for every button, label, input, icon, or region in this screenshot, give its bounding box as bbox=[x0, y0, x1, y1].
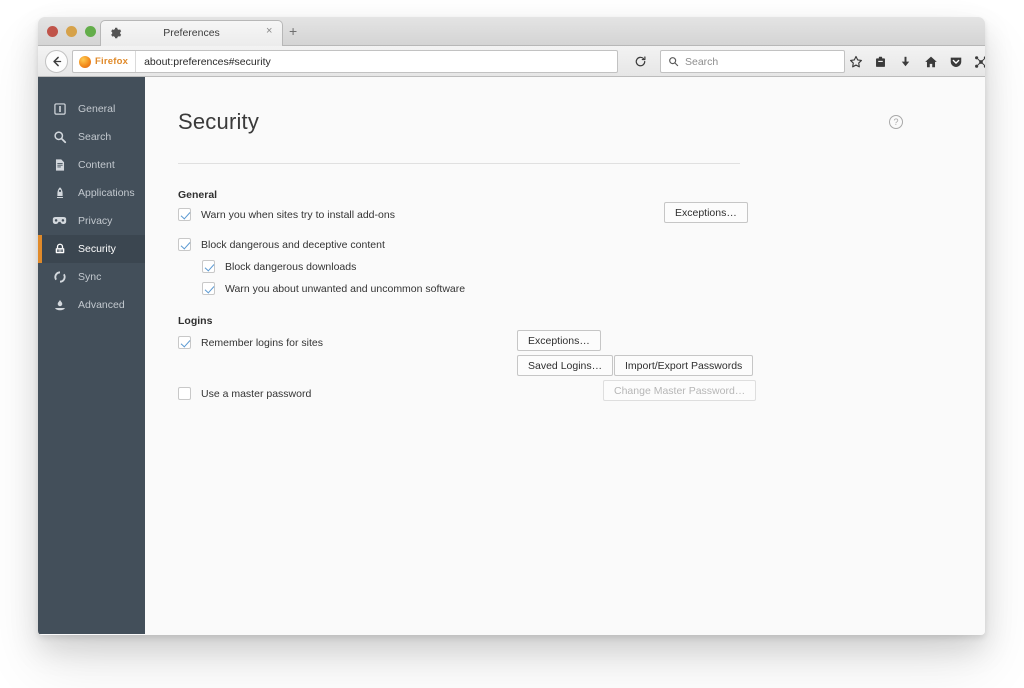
logins-exceptions-button[interactable]: Exceptions… bbox=[517, 330, 601, 351]
downloads-icon[interactable] bbox=[893, 50, 918, 73]
zoom-window-button[interactable] bbox=[85, 26, 96, 37]
close-tab-button[interactable]: × bbox=[266, 26, 272, 37]
browser-content: General Search Content Applications Priv… bbox=[38, 77, 985, 634]
sidebar-item-sync[interactable]: Sync bbox=[38, 263, 145, 291]
warn-addons-row[interactable]: Warn you when sites try to install add-o… bbox=[178, 208, 395, 221]
logins-section-heading: Logins bbox=[178, 315, 213, 327]
preferences-pane: Security ? General Warn you when sites t… bbox=[145, 77, 985, 634]
firefox-logo-icon bbox=[79, 55, 91, 68]
search-icon bbox=[669, 57, 679, 67]
search-placeholder: Search bbox=[685, 55, 719, 68]
identity-box[interactable]: Firefox bbox=[73, 51, 137, 72]
warn-addons-label: Warn you when sites try to install add-o… bbox=[201, 208, 395, 221]
url-text: about:preferences#security bbox=[144, 55, 271, 68]
general-icon bbox=[52, 102, 67, 117]
block-content-label: Block dangerous and deceptive content bbox=[201, 238, 385, 251]
title-divider bbox=[178, 163, 740, 164]
general-section-heading: General bbox=[178, 189, 218, 201]
block-downloads-row[interactable]: Block dangerous downloads bbox=[202, 260, 356, 273]
warn-unwanted-row[interactable]: Warn you about unwanted and uncommon sof… bbox=[202, 282, 465, 295]
close-window-button[interactable] bbox=[47, 26, 58, 37]
master-password-row[interactable]: Use a master password bbox=[178, 387, 311, 400]
sidebar-item-content[interactable]: Content bbox=[38, 151, 145, 179]
warn-addons-checkbox[interactable] bbox=[178, 208, 191, 221]
search-icon bbox=[52, 130, 67, 145]
back-arrow-icon bbox=[53, 56, 62, 67]
tab-strip: Preferences × + bbox=[38, 17, 985, 46]
sidebar-item-label: Applications bbox=[78, 187, 135, 199]
block-downloads-checkbox[interactable] bbox=[202, 260, 215, 273]
new-tab-button[interactable]: + bbox=[289, 24, 297, 38]
remember-logins-label: Remember logins for sites bbox=[201, 336, 323, 349]
sidebar-item-applications[interactable]: Applications bbox=[38, 179, 145, 207]
sidebar-item-label: Security bbox=[78, 243, 116, 255]
sidebar-item-label: General bbox=[78, 103, 116, 115]
sidebar-item-search[interactable]: Search bbox=[38, 123, 145, 151]
library-icon[interactable] bbox=[868, 50, 893, 73]
remember-logins-checkbox[interactable] bbox=[178, 336, 191, 349]
preferences-sidebar: General Search Content Applications Priv… bbox=[38, 77, 145, 634]
browser-window: Preferences × + Firefox about:preference… bbox=[38, 17, 985, 635]
sidebar-item-general[interactable]: General bbox=[38, 95, 145, 123]
general-exceptions-button[interactable]: Exceptions… bbox=[664, 202, 748, 223]
toolbar-icons bbox=[843, 50, 985, 73]
applications-icon bbox=[52, 186, 67, 201]
sidebar-item-label: Advanced bbox=[78, 299, 125, 311]
master-password-checkbox[interactable] bbox=[178, 387, 191, 400]
sidebar-item-privacy[interactable]: Privacy bbox=[38, 207, 145, 235]
saved-logins-button[interactable]: Saved Logins… bbox=[517, 355, 614, 376]
window-controls bbox=[47, 26, 96, 37]
address-bar[interactable]: Firefox about:preferences#security bbox=[72, 50, 618, 73]
back-button[interactable] bbox=[45, 50, 68, 73]
content-icon bbox=[52, 158, 67, 173]
reload-icon bbox=[635, 56, 645, 67]
sidebar-item-label: Sync bbox=[78, 271, 102, 283]
page-title: Security bbox=[178, 109, 260, 134]
import-export-passwords-button[interactable]: Import/Export Passwords bbox=[614, 355, 754, 376]
sidebar-item-label: Search bbox=[78, 131, 112, 143]
sidebar-item-label: Content bbox=[78, 159, 115, 171]
warn-unwanted-checkbox[interactable] bbox=[202, 282, 215, 295]
search-bar[interactable]: Search bbox=[660, 50, 845, 73]
block-downloads-label: Block dangerous downloads bbox=[225, 260, 357, 273]
remember-logins-row[interactable]: Remember logins for sites bbox=[178, 336, 323, 349]
identity-label: Firefox bbox=[95, 56, 129, 67]
minimize-window-button[interactable] bbox=[66, 26, 77, 37]
help-question-icon[interactable]: ? bbox=[889, 115, 903, 129]
sidebar-item-advanced[interactable]: Advanced bbox=[38, 291, 145, 319]
sync-icon bbox=[52, 270, 67, 285]
lock-icon bbox=[52, 242, 67, 257]
advanced-icon bbox=[52, 298, 67, 313]
block-content-row[interactable]: Block dangerous and deceptive content bbox=[178, 238, 385, 251]
privacy-mask-icon bbox=[52, 214, 67, 229]
bookmark-star-icon[interactable] bbox=[843, 50, 868, 73]
block-content-checkbox[interactable] bbox=[178, 238, 191, 251]
pocket-icon[interactable] bbox=[943, 50, 968, 73]
reload-button[interactable] bbox=[628, 50, 652, 73]
home-icon[interactable] bbox=[918, 50, 943, 73]
change-master-password-button: Change Master Password… bbox=[603, 380, 757, 401]
sidebar-item-security[interactable]: Security bbox=[38, 235, 145, 263]
master-password-label: Use a master password bbox=[201, 387, 312, 400]
sync-tabs-icon[interactable] bbox=[968, 50, 985, 73]
navigation-toolbar: Firefox about:preferences#security Searc… bbox=[38, 46, 985, 77]
sidebar-item-label: Privacy bbox=[78, 215, 113, 227]
tab-title: Preferences bbox=[163, 27, 220, 39]
warn-unwanted-label: Warn you about unwanted and uncommon sof… bbox=[225, 282, 466, 295]
